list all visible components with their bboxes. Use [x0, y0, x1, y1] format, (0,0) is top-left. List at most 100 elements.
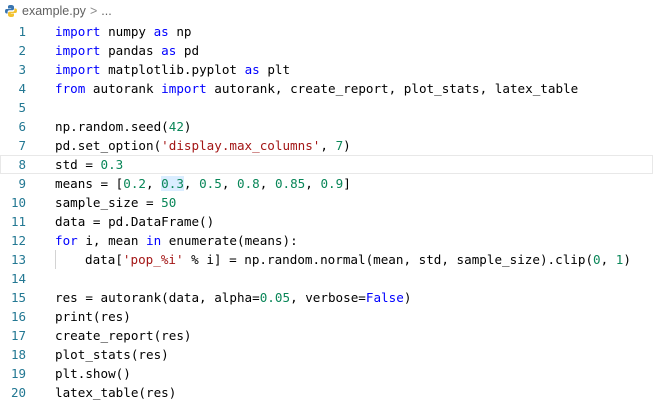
code-text: import matplotlib.pyplot as plt: [55, 60, 290, 79]
code-line[interactable]: 20 latex_table(res): [0, 383, 653, 402]
line-number: 17: [10, 328, 26, 343]
code-token: create_report(res): [55, 328, 192, 343]
code-text: plot_stats(res): [55, 345, 169, 364]
line-number: 7: [18, 138, 26, 153]
code-token: ): [343, 138, 351, 153]
code-line[interactable]: 9 means = [0.2, 0.3, 0.5, 0.8, 0.85, 0.9]: [0, 174, 653, 193]
code-line[interactable]: 18 plot_stats(res): [0, 345, 653, 364]
code-token: 50: [161, 195, 177, 210]
line-number: 6: [18, 119, 26, 134]
code-token: ): [183, 119, 192, 134]
code-line[interactable]: 13 data['pop_%i' % i] = np.random.normal(…: [0, 250, 653, 269]
code-text: std = 0.3: [55, 155, 123, 174]
code-token: as: [161, 43, 177, 58]
code-line[interactable]: 10 sample_size = 50: [0, 193, 653, 212]
code-text: data = pd.DataFrame(): [55, 212, 214, 231]
breadcrumb-ellipsis[interactable]: ...: [101, 4, 111, 18]
code-token: ,: [305, 176, 321, 191]
code-token: print(res): [55, 309, 131, 324]
line-number: 8: [18, 157, 26, 172]
code-token: ): [403, 290, 412, 305]
code-token: 0: [593, 252, 601, 267]
code-line[interactable]: 3 import matplotlib.pyplot as plt: [0, 60, 653, 79]
breadcrumb-separator: >: [89, 4, 98, 18]
code-text: sample_size = 50: [55, 193, 176, 212]
code-line[interactable]: 15 res = autorank(data, alpha=0.05, verbo…: [0, 288, 653, 307]
breadcrumb-file[interactable]: example.py: [22, 4, 86, 18]
line-number: 12: [10, 233, 26, 248]
code-token: pd: [176, 43, 200, 58]
code-editor[interactable]: 1 import numpy as np 2 import pandas as pd 3…: [0, 22, 653, 402]
code-text: plt.show(): [55, 364, 131, 383]
code-line[interactable]: 4 from autorank import autorank, create_r…: [0, 79, 653, 98]
line-number: 18: [10, 347, 26, 362]
code-token: 0.3: [100, 157, 124, 172]
code-token: 0.85: [274, 176, 306, 191]
line-number: 19: [10, 366, 26, 381]
code-token: import: [161, 81, 207, 96]
code-token: import: [55, 43, 101, 58]
line-number: 4: [18, 81, 26, 96]
code-line[interactable]: 11 data = pd.DataFrame(): [0, 212, 653, 231]
code-text: pd.set_option('display.max_columns', 7): [55, 136, 351, 155]
code-text: latex_table(res): [55, 383, 176, 402]
code-text: from autorank import autorank, create_re…: [55, 79, 578, 98]
line-number: 15: [10, 290, 26, 305]
code-line[interactable]: 7 pd.set_option('display.max_columns', 7): [0, 136, 653, 155]
code-token: ,: [183, 176, 200, 191]
code-text: np.random.seed(42): [55, 117, 192, 136]
code-line[interactable]: 6 np.random.seed(42): [0, 117, 653, 136]
code-token: autorank, create_report, plot_stats, lat…: [206, 81, 579, 96]
code-token: from: [55, 81, 86, 96]
indent-guide: [55, 250, 56, 269]
code-text: import pandas as pd: [55, 41, 199, 60]
code-line[interactable]: 19 plt.show(): [0, 364, 653, 383]
code-token: ,: [600, 252, 616, 267]
code-line[interactable]: 17 create_report(res): [0, 326, 653, 345]
code-token: 0.5: [199, 176, 222, 191]
code-line[interactable]: 2 import pandas as pd: [0, 41, 653, 60]
code-line[interactable]: 16 print(res): [0, 307, 653, 326]
code-token: ,: [259, 176, 275, 191]
line-number: 16: [10, 309, 26, 324]
breadcrumb: example.py > ...: [0, 0, 653, 22]
code-token: , verbose=: [290, 290, 366, 305]
code-token: 'display.max_columns': [161, 138, 321, 153]
code-token: for: [55, 233, 78, 248]
line-number: 14: [10, 271, 26, 286]
line-number: 10: [10, 195, 26, 210]
code-token: 0.2: [123, 176, 146, 191]
line-number: 9: [18, 176, 26, 191]
line-number: 13: [10, 252, 26, 267]
line-number: 5: [18, 100, 26, 115]
code-token: 42: [168, 119, 184, 134]
code-token: False: [365, 290, 404, 305]
code-token: plt.show(): [55, 366, 131, 381]
code-token: autorank: [85, 81, 162, 96]
code-token: 'pop_%i': [122, 252, 184, 267]
code-token: % i] = np.random.normal(mean, std, sampl…: [183, 252, 594, 267]
code-token: 0.3: [161, 176, 184, 191]
code-token: in: [146, 233, 162, 248]
code-line[interactable]: 14: [0, 269, 653, 288]
code-line[interactable]: 8 std = 0.3: [0, 155, 653, 174]
code-token: means = [: [55, 176, 124, 191]
code-token: data[: [85, 252, 123, 267]
code-token: res = autorank(data, alpha=: [55, 290, 260, 305]
code-token: 0.05: [259, 290, 291, 305]
line-number: 1: [18, 24, 26, 39]
code-token: pandas: [100, 43, 162, 58]
code-line[interactable]: 5: [0, 98, 653, 117]
code-text: create_report(res): [55, 326, 191, 345]
code-line[interactable]: 1 import numpy as np: [0, 22, 653, 41]
line-number: 11: [10, 214, 26, 229]
code-token: ]: [343, 176, 351, 191]
code-token: pd.set_option(: [55, 138, 162, 153]
code-token: plt: [259, 62, 291, 77]
code-token: i, mean: [77, 233, 146, 248]
code-token: np: [168, 24, 192, 39]
code-token: import: [55, 24, 101, 39]
code-token: latex_table(res): [55, 385, 177, 400]
code-line[interactable]: 12 for i, mean in enumerate(means):: [0, 231, 653, 250]
code-text: for i, mean in enumerate(means):: [55, 231, 298, 250]
